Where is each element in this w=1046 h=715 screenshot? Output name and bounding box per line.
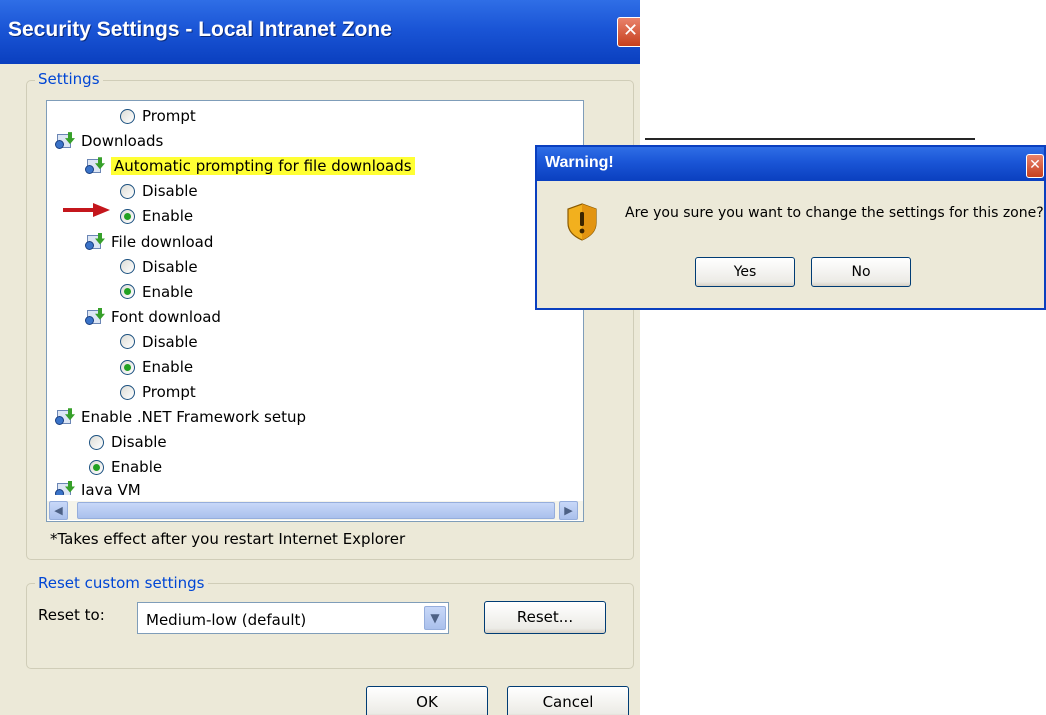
- radio-option[interactable]: Prompt: [120, 104, 196, 128]
- radio-checked-icon[interactable]: [120, 359, 135, 375]
- radio-unchecked-icon[interactable]: [120, 259, 135, 275]
- tree-row-label: Enable: [142, 207, 194, 226]
- radio-unchecked-icon[interactable]: [89, 434, 104, 450]
- tree-row-label: Enable: [142, 282, 194, 301]
- ok-button[interactable]: OK: [366, 686, 488, 715]
- radio-option[interactable]: Prompt: [120, 380, 196, 404]
- radio-option[interactable]: Disable: [120, 330, 198, 354]
- reset-select-value: Medium-low (default): [146, 611, 307, 629]
- warning-title-bar: Warning! ✕: [537, 147, 1044, 181]
- no-button[interactable]: No: [811, 257, 911, 287]
- settings-node-icon: [55, 480, 77, 495]
- restart-note: *Takes effect after you restart Internet…: [50, 530, 406, 548]
- radio-checked-icon[interactable]: [89, 459, 104, 475]
- tree-row-label: Disable: [142, 182, 198, 201]
- warning-dialog: Warning! ✕ Are you sure you want to chan…: [535, 145, 1046, 310]
- tree-row-label: Prompt: [142, 107, 196, 125]
- title-bar: Security Settings - Local Intranet Zone …: [0, 0, 640, 64]
- scroll-up-button[interactable]: ▲: [583, 107, 584, 126]
- radio-unchecked-icon[interactable]: [120, 183, 135, 199]
- security-settings-dialog: Security Settings - Local Intranet Zone …: [0, 0, 640, 715]
- radio-option[interactable]: Disable: [89, 430, 167, 454]
- scroll-down-button[interactable]: ▼: [583, 469, 584, 488]
- tree-row-label: Automatic prompting for file downloads: [111, 157, 415, 176]
- radio-option[interactable]: Enable: [120, 204, 193, 228]
- scroll-left-button[interactable]: ◀: [49, 501, 68, 520]
- tree-row-label: Java VM: [81, 480, 141, 495]
- settings-node-icon: [85, 307, 107, 326]
- radio-option[interactable]: Disable: [120, 255, 198, 279]
- close-button[interactable]: ✕: [617, 17, 640, 47]
- reset-group-label: Reset custom settings: [35, 574, 208, 592]
- tree-row-label: Enable .NET Framework setup: [81, 408, 307, 427]
- radio-unchecked-icon[interactable]: [120, 108, 135, 124]
- setting-category: File download: [85, 230, 213, 254]
- radio-option[interactable]: Enable: [120, 280, 193, 304]
- setting-category: Downloads: [55, 129, 163, 153]
- tree-row-label: Enable: [111, 458, 163, 477]
- settings-node-icon: [55, 132, 77, 150]
- setting-category: Java VM: [55, 480, 141, 495]
- settings-node-icon: [85, 232, 107, 251]
- warning-message: Are you sure you want to change the sett…: [625, 205, 1044, 221]
- tree-row-label: Disable: [111, 433, 167, 452]
- tree-row-label: File download: [111, 232, 214, 251]
- tree-row-label: Font download: [111, 307, 221, 326]
- setting-category: Automatic prompting for file downloads: [85, 154, 415, 178]
- radio-unchecked-icon[interactable]: [120, 384, 135, 400]
- tree-row-label: Downloads: [81, 132, 164, 151]
- radio-unchecked-icon[interactable]: [120, 334, 135, 350]
- setting-category: Font download: [85, 305, 221, 329]
- close-icon: ✕: [623, 20, 639, 41]
- cancel-button[interactable]: Cancel: [507, 686, 629, 715]
- red-arrow-marker: [63, 203, 110, 217]
- radio-checked-icon[interactable]: [120, 284, 135, 300]
- yes-button[interactable]: Yes: [695, 257, 795, 287]
- tree-row-label: Enable: [142, 358, 194, 376]
- setting-category: Enable .NET Framework setup: [55, 405, 306, 429]
- chevron-down-icon[interactable]: ▼: [424, 606, 446, 630]
- horizontal-scrollbar[interactable]: ◀ ▶: [47, 501, 583, 520]
- reset-level-select[interactable]: Medium-low (default) ▼: [137, 602, 449, 634]
- close-icon: ✕: [1029, 157, 1041, 173]
- reset-button[interactable]: Reset...: [484, 601, 606, 634]
- settings-group-label: Settings: [35, 70, 103, 88]
- tree-row-label: Disable: [142, 332, 198, 351]
- radio-option[interactable]: Disable: [120, 179, 198, 203]
- settings-node-icon: [85, 157, 107, 175]
- tree-row-label: Prompt: [142, 383, 196, 402]
- shield-warning-icon: [567, 203, 597, 241]
- warning-close-button[interactable]: ✕: [1026, 154, 1044, 178]
- radio-option[interactable]: Enable: [89, 455, 162, 479]
- scroll-right-button[interactable]: ▶: [559, 501, 578, 520]
- radio-checked-icon[interactable]: [120, 208, 135, 224]
- reset-to-label: Reset to:: [38, 606, 105, 624]
- dialog-title: Security Settings - Local Intranet Zone: [8, 18, 392, 41]
- warning-title: Warning!: [545, 154, 614, 171]
- tree-row-label: Disable: [142, 257, 198, 276]
- horizontal-scroll-thumb[interactable]: [77, 502, 555, 519]
- radio-option[interactable]: Enable: [120, 355, 193, 379]
- settings-tree-list[interactable]: Prompt Downloads Automatic prompting for f…: [46, 100, 584, 522]
- settings-node-icon: [55, 408, 77, 426]
